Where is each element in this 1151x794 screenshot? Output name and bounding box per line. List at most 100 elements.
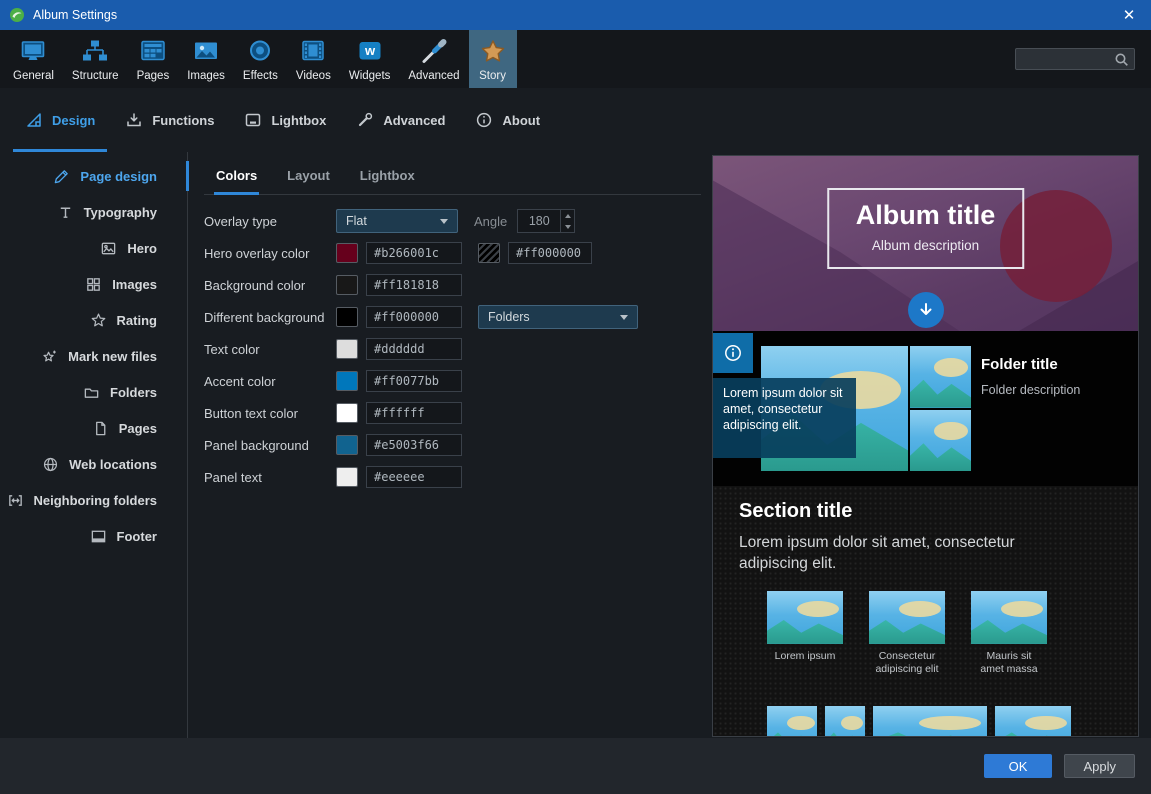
ok-button[interactable]: OK [984,754,1053,778]
tab-advanced[interactable]: Advanced [341,88,460,152]
field-label: Panel background [204,438,336,453]
album-preview[interactable]: Album title Album description [712,155,1139,737]
tab-label: Lightbox [271,113,326,128]
sidebar-item-label: Web locations [69,457,157,472]
hero-overlay-color-row: Hero overlay color [204,237,701,269]
tab-design[interactable]: Design [10,88,110,152]
window-title: Album Settings [33,8,117,22]
photo-icon [191,37,221,67]
album-description: Album description [856,238,996,253]
sidebar-item-mark-new-files[interactable]: Mark new files [0,338,187,374]
hex-color-input[interactable] [366,434,462,456]
sidebar-item-folders[interactable]: Folders [0,374,187,410]
sidebar-item-label: Folders [110,385,157,400]
color-swatch[interactable] [336,307,358,327]
color-swatch[interactable] [336,403,358,423]
chevron-down-icon [620,315,628,320]
hex-color-input[interactable] [366,466,462,488]
close-button[interactable]: ✕ [1107,0,1151,30]
different-background-row: Different background Folders [204,301,701,333]
sidebar-item-hero[interactable]: Hero [0,230,187,266]
folder-thumbnail [910,346,971,408]
sidebar-item-web-locations[interactable]: Web locations [0,446,187,482]
toolbar-item-pages[interactable]: Pages [128,30,179,88]
toolbar-item-story[interactable]: Story [469,30,517,88]
thumbnail-item: Lorem ipsum [767,591,843,677]
tab-functions[interactable]: Functions [110,88,229,152]
spinner-down-button[interactable] [561,221,574,232]
color-swatch[interactable] [336,435,358,455]
color-swatch[interactable] [336,371,358,391]
color-swatch[interactable] [336,467,358,487]
album-settings-window: Album Settings ✕ General Structure [0,0,1151,794]
hex-color-input[interactable] [508,242,592,264]
search-input[interactable] [1021,52,1114,66]
different-background-dropdown[interactable]: Folders [478,305,638,329]
sidebar-item-images[interactable]: Images [0,266,187,302]
toolbar-item-advanced[interactable]: Advanced [399,30,468,88]
tab-label: Advanced [383,113,445,128]
folder-overlay-panel: Lorem ipsum dolor sit amet, consectetur … [713,378,856,458]
hex-color-input[interactable] [366,242,462,264]
hex-color-input[interactable] [366,370,462,392]
toolbar-item-images[interactable]: Images [178,30,234,88]
document-icon [92,420,109,437]
search-box[interactable] [1015,48,1135,70]
text-color-row: Text color [204,333,701,365]
sidebar-item-neighboring-folders[interactable]: Neighboring folders [0,482,187,518]
thumbnail-image [971,591,1047,644]
toolbar-item-label: Structure [72,70,119,82]
toolbar-item-label: Story [479,70,506,82]
color-swatch[interactable] [336,339,358,359]
toolbar-item-effects[interactable]: Effects [234,30,287,88]
button-text-color-row: Button text color [204,397,701,429]
thumbnail-image [825,706,865,737]
form-tab-lightbox[interactable]: Lightbox [360,168,415,194]
form-tabs: Colors Layout Lightbox [204,168,701,195]
spinner-value: 180 [518,210,560,232]
toolbar-item-widgets[interactable]: w Widgets [340,30,400,88]
thumbnail-image [869,591,945,644]
apply-button[interactable]: Apply [1064,754,1135,778]
info-icon [475,111,493,129]
form-tab-layout[interactable]: Layout [287,168,330,194]
thumbnail-item: Consectetur adipiscing elit [869,591,945,677]
lightbox-icon [244,111,262,129]
toolbar-item-structure[interactable]: Structure [63,30,128,88]
color-swatch[interactable] [336,275,358,295]
tab-about[interactable]: About [460,88,555,152]
toolbar-item-general[interactable]: General [4,30,63,88]
sidebar-item-rating[interactable]: Rating [0,302,187,338]
toolbar-item-videos[interactable]: Videos [287,30,340,88]
neighboring-arrows-icon [7,492,24,509]
overlay-type-dropdown[interactable]: Flat [336,209,458,233]
hero-image-icon [100,240,117,257]
sidebar-item-pages[interactable]: Pages [0,410,187,446]
tab-lightbox[interactable]: Lightbox [229,88,341,152]
pages-grid-icon [138,37,168,67]
transparent-color-swatch[interactable] [478,243,500,263]
angle-spinner[interactable]: 180 [517,209,575,233]
pen-icon [53,168,70,185]
field-label: Overlay type [204,214,336,229]
hex-color-input[interactable] [366,338,462,360]
skin-tab-row: Design Functions Lightbox Advanced [0,88,1151,152]
spinner-up-button[interactable] [561,210,574,221]
color-swatch[interactable] [336,243,358,263]
sidebar-item-label: Mark new files [68,349,157,364]
sidebar-item-page-design[interactable]: Page design [0,158,187,194]
hex-color-input[interactable] [366,306,462,328]
form-tab-colors[interactable]: Colors [216,168,257,194]
star-outline-icon [90,312,107,329]
hex-color-input[interactable] [366,402,462,424]
angle-label: Angle [474,214,507,229]
panel-text-row: Panel text [204,461,701,493]
sidebar-item-label: Typography [84,205,157,220]
set-square-icon [25,111,43,129]
sidebar-item-typography[interactable]: Typography [0,194,187,230]
overlay-type-row: Overlay type Flat Angle 180 [204,205,701,237]
field-label: Hero overlay color [204,246,336,261]
sidebar-item-footer[interactable]: Footer [0,518,187,554]
hex-color-input[interactable] [366,274,462,296]
folder-meta: Folder title Folder description [981,356,1080,397]
